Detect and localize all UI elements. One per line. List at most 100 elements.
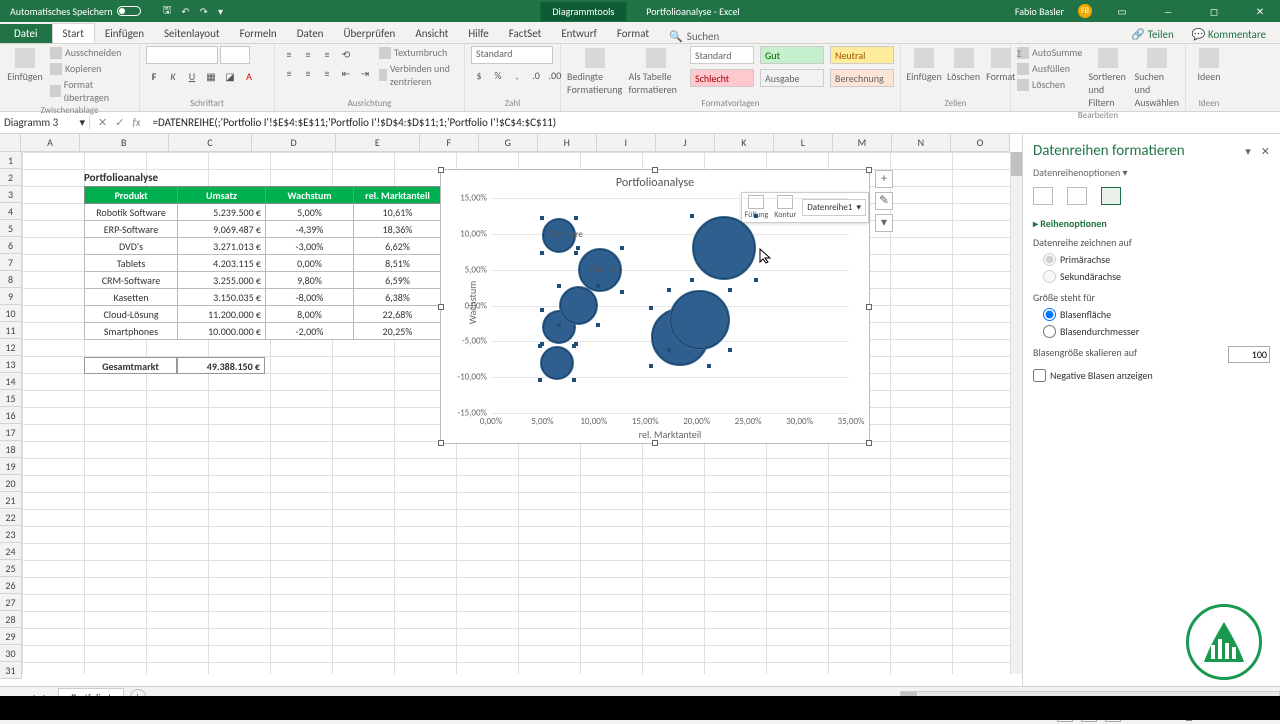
bubble-cloud-l-sung[interactable]	[692, 216, 756, 280]
x-axis-label[interactable]: rel. Marktanteil	[491, 428, 849, 441]
format-painter-button[interactable]: Format übertragen	[50, 78, 133, 104]
cellstyle-bad[interactable]: Schlecht	[690, 69, 754, 87]
tab-format[interactable]: Format	[607, 24, 659, 43]
cellstyle-output[interactable]: Ausgabe	[760, 69, 824, 87]
paste-button[interactable]: Einfügen	[6, 46, 44, 83]
insert-cells-button[interactable]: Einfügen	[907, 46, 941, 83]
table-row[interactable]: ERP-Software9.069.487 €-4,39%18,36%	[85, 221, 442, 238]
tab-factset[interactable]: FactSet	[499, 24, 552, 43]
tab-data[interactable]: Daten	[287, 24, 334, 43]
chart-elements-button[interactable]: +	[875, 170, 893, 188]
tab-review[interactable]: Überprüfen	[333, 24, 405, 43]
align-top[interactable]: ≡	[281, 46, 297, 62]
align-mid[interactable]: ≡	[300, 46, 316, 62]
plot-area[interactable]: Wachstum rel. Marktanteil -15,00%-10,00%…	[491, 198, 849, 413]
chart-filters-button[interactable]: ▾	[875, 214, 893, 232]
font-size-select[interactable]	[220, 46, 250, 64]
tab-pagelayout[interactable]: Seitenlayout	[154, 24, 230, 43]
table-row[interactable]: CRM-Software3.255.000 €9,80%6,59%	[85, 272, 442, 289]
sort-filter-button[interactable]: Sortieren und Filtern	[1088, 46, 1128, 109]
total-value-cell[interactable]: 49.388.150 €	[177, 357, 265, 374]
formula-input[interactable]: =DATENREIHE(;'Portfolio I'!$E$4:$E$11;'P…	[149, 116, 1280, 129]
comma-button[interactable]: ,	[509, 67, 525, 83]
qat-customize-icon[interactable]: ▾	[218, 5, 223, 18]
close-icon[interactable]: ✕	[1244, 5, 1276, 18]
series-options-tab-icon[interactable]	[1101, 187, 1121, 205]
share-button[interactable]: 🔗 Teilen	[1123, 26, 1181, 43]
bubble-kasetten[interactable]	[540, 346, 574, 380]
find-select-button[interactable]: Suchen und Auswählen	[1134, 46, 1179, 109]
secondary-axis-radio[interactable]: Sekundärachse	[1043, 270, 1270, 283]
table-row[interactable]: Kasetten3.150.035 €-8,00%6,38%	[85, 289, 442, 306]
table-row[interactable]: Smartphones10.000.000 €-2,00%20,25%	[85, 323, 442, 340]
user-name[interactable]: Fabio Basler	[1015, 5, 1064, 18]
tab-start[interactable]: Start	[52, 23, 95, 43]
undo-icon[interactable]: ↶	[181, 5, 189, 18]
redo-icon[interactable]: ↷	[200, 5, 208, 18]
ribbon-display-icon[interactable]: ▭	[1106, 5, 1138, 18]
enter-formula-icon[interactable]: ✓	[115, 116, 124, 129]
table-row[interactable]: Cloud-Lösung11.200.000 €8,00%22,68%	[85, 306, 442, 323]
tab-formulas[interactable]: Formeln	[230, 24, 287, 43]
data-table[interactable]: Produkt Umsatz Wachstum rel. Marktanteil…	[84, 186, 442, 340]
vertical-scrollbar[interactable]	[1010, 152, 1022, 674]
cellstyle-neutral[interactable]: Neutral	[830, 46, 894, 64]
bubble-smartphones[interactable]	[669, 290, 729, 350]
user-avatar[interactable]: FB	[1078, 4, 1092, 18]
clear-button[interactable]: Löschen	[1017, 78, 1082, 91]
pane-subtitle[interactable]: Datenreihenoptionen ▾	[1033, 166, 1270, 179]
conditional-formatting-button[interactable]: Bedingte Formatierung	[567, 46, 623, 96]
indent-inc[interactable]: ⇥	[357, 65, 373, 81]
tab-design[interactable]: Entwurf	[551, 24, 607, 43]
total-label-cell[interactable]: Gesamtmarkt	[84, 357, 177, 374]
cellstyle-good[interactable]: Gut	[760, 46, 824, 64]
comments-button[interactable]: 💬 Kommentare	[1184, 26, 1274, 43]
format-as-table-button[interactable]: Als Tabelle formatieren	[629, 46, 685, 96]
column-headers[interactable]: A B C D E F G H I J K L M N O	[0, 134, 1010, 152]
effects-tab-icon[interactable]	[1067, 187, 1087, 205]
table-title-cell[interactable]: Portfolioanalyse	[22, 169, 442, 186]
align-left[interactable]: ≡	[281, 65, 297, 81]
autosave-toggle[interactable]: Automatisches Speichern	[4, 5, 147, 18]
save-icon[interactable]: 🖫	[163, 3, 172, 20]
pane-close-icon[interactable]: ✕	[1261, 145, 1270, 158]
maximize-icon[interactable]: ◻	[1198, 5, 1230, 18]
fill-color-button[interactable]: ◪	[222, 68, 238, 84]
tab-help[interactable]: Hilfe	[458, 24, 498, 43]
worksheet[interactable]: A B C D E F G H I J K L M N O 1234567891…	[0, 134, 1022, 686]
primary-axis-radio[interactable]: Primärachse	[1043, 253, 1270, 266]
align-bot[interactable]: ≡	[319, 46, 335, 62]
cellstyle-standard[interactable]: Standard	[690, 46, 754, 64]
number-format-select[interactable]: Standard	[471, 46, 553, 64]
font-family-select[interactable]	[146, 46, 218, 64]
fx-icon[interactable]: fx	[132, 116, 140, 129]
merge-center-button[interactable]: Verbinden und zentrieren	[379, 62, 458, 88]
file-tab[interactable]: Datei	[0, 24, 52, 43]
bubble-diameter-radio[interactable]: Blasendurchmesser	[1043, 325, 1270, 338]
percent-button[interactable]: %	[490, 67, 506, 83]
chart-title[interactable]: Portfolioanalyse	[441, 170, 869, 192]
row-headers[interactable]: 1234567891011121314151617181920212223242…	[0, 152, 22, 679]
fill-button[interactable]: Ausfüllen	[1017, 62, 1082, 75]
align-center[interactable]: ≡	[300, 65, 316, 81]
fill-line-tab-icon[interactable]	[1033, 187, 1053, 205]
copy-button[interactable]: Kopieren	[50, 62, 133, 75]
bubble-scale-input[interactable]	[1228, 346, 1270, 363]
indent-dec[interactable]: ⇤	[338, 65, 354, 81]
orientation-button[interactable]: ⟲	[338, 46, 354, 62]
cellstyle-calc[interactable]: Berechnung	[830, 69, 894, 87]
ideas-button[interactable]: Ideen	[1192, 46, 1226, 83]
inc-decimal[interactable]: .0	[528, 67, 544, 83]
chart-styles-button[interactable]: ✎	[875, 192, 893, 210]
name-box[interactable]: Diagramm 3▾	[0, 116, 90, 129]
bold-button[interactable]: F	[146, 68, 162, 84]
currency-button[interactable]: $	[471, 67, 487, 83]
minimize-icon[interactable]: ―	[1152, 5, 1184, 18]
select-all-corner[interactable]	[0, 134, 21, 151]
font-color-button[interactable]: A	[241, 68, 257, 84]
cut-button[interactable]: Ausschneiden	[50, 46, 133, 59]
tab-view[interactable]: Ansicht	[405, 24, 458, 43]
negative-bubbles-checkbox[interactable]: Negative Blasen anzeigen	[1033, 369, 1270, 382]
table-row[interactable]: Tablets4.203.115 €0,00%8,51%	[85, 255, 442, 272]
tell-me-search[interactable]: 🔍 Suchen	[669, 30, 719, 43]
